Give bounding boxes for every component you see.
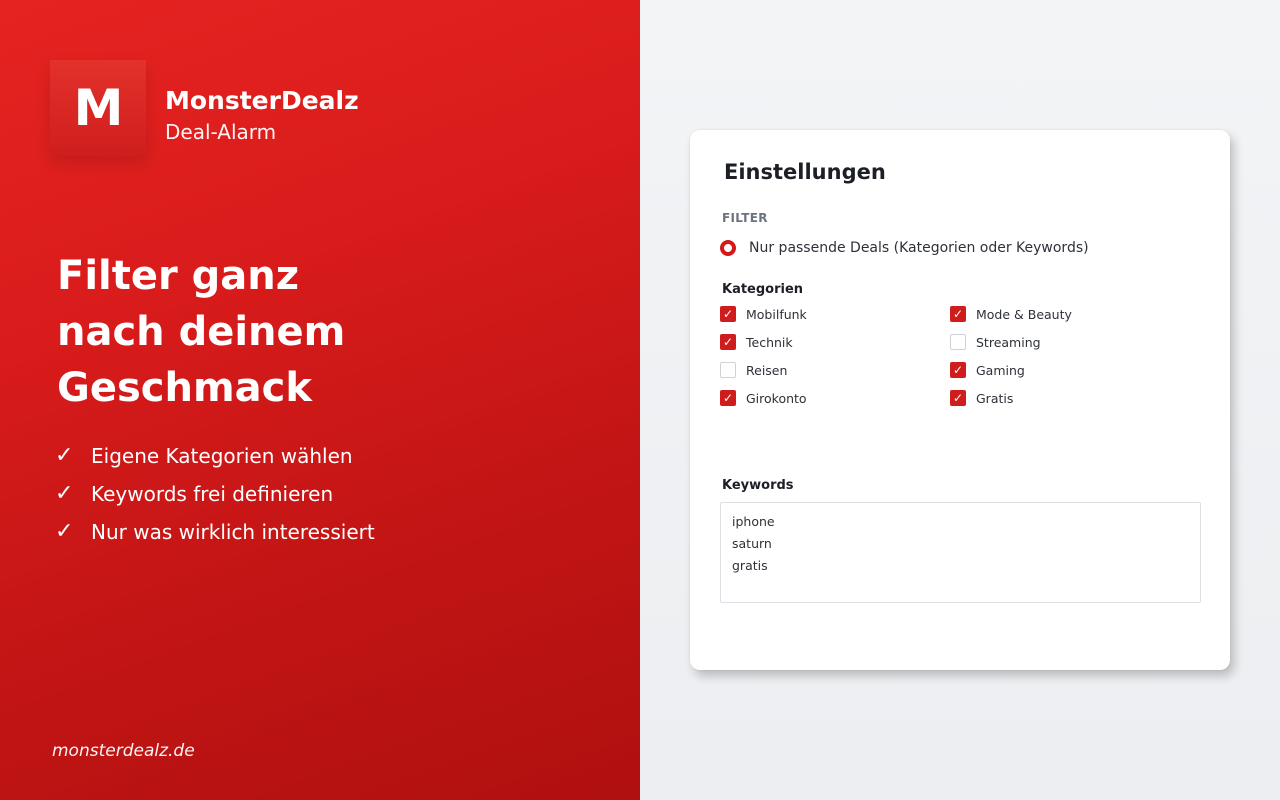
- category-checkbox-streaming[interactable]: Streaming: [950, 332, 1041, 352]
- promo-panel: M MonsterDealz Deal-Alarm Filter ganz na…: [0, 0, 640, 800]
- hero-headline: Filter ganz nach deinem Geschmack: [57, 248, 577, 416]
- keywords-label: Keywords: [722, 478, 794, 493]
- category-label: Reisen: [746, 362, 788, 378]
- filter-section-label: FILTER: [722, 211, 768, 225]
- radio-label: Nur passende Deals (Kategorien oder Keyw…: [749, 240, 1089, 256]
- website-link[interactable]: monsterdealz.de: [52, 741, 195, 761]
- category-checkbox-mobilfunk[interactable]: ✓ Mobilfunk: [720, 304, 807, 324]
- feature-text: Nur was wirklich interessiert: [91, 520, 375, 544]
- keyword-line: gratis: [732, 558, 768, 573]
- category-grid: ✓ Mobilfunk ✓ Technik Reisen ✓ Girokonto…: [720, 304, 1200, 416]
- category-label: Mobilfunk: [746, 306, 807, 322]
- brand-name: MonsterDealz: [165, 86, 359, 115]
- category-label: Girokonto: [746, 390, 807, 406]
- checkbox-icon[interactable]: ✓: [950, 390, 966, 406]
- category-checkbox-girokonto[interactable]: ✓ Girokonto: [720, 388, 807, 408]
- keywords-textarea[interactable]: iphone saturn gratis: [720, 502, 1201, 603]
- category-checkbox-gaming[interactable]: ✓ Gaming: [950, 360, 1025, 380]
- category-label: Mode & Beauty: [976, 306, 1072, 322]
- category-label: Gratis: [976, 390, 1014, 406]
- category-checkbox-gratis[interactable]: ✓ Gratis: [950, 388, 1013, 408]
- category-checkbox-mode-beauty[interactable]: ✓ Mode & Beauty: [950, 304, 1072, 324]
- headline-line: Filter ganz: [57, 253, 300, 299]
- checkbox-icon[interactable]: ✓: [720, 390, 736, 406]
- checkbox-icon[interactable]: [950, 334, 966, 350]
- categories-label: Kategorien: [722, 282, 804, 297]
- feature-list: ✓ Eigene Kategorien wählen ✓ Keywords fr…: [55, 437, 375, 551]
- check-icon: ✓: [55, 481, 74, 506]
- brand-subtitle: Deal-Alarm: [165, 120, 277, 144]
- check-icon: ✓: [55, 443, 74, 468]
- settings-card: Einstellungen FILTER Nur passende Deals …: [690, 130, 1230, 670]
- keyword-line: saturn: [732, 536, 772, 551]
- logo-letter: M: [73, 79, 124, 137]
- brand-logo: M: [50, 60, 146, 156]
- category-label: Gaming: [976, 362, 1025, 378]
- category-label: Technik: [746, 334, 793, 350]
- checkbox-icon[interactable]: ✓: [950, 306, 966, 322]
- checkbox-icon[interactable]: ✓: [720, 306, 736, 322]
- feature-item: ✓ Keywords frei definieren: [55, 475, 375, 513]
- feature-item: ✓ Eigene Kategorien wählen: [55, 437, 375, 475]
- headline-line: nach deinem: [57, 309, 346, 355]
- checkbox-icon[interactable]: [720, 362, 736, 378]
- keyword-line: iphone: [732, 514, 775, 529]
- feature-text: Keywords frei definieren: [91, 482, 334, 506]
- radio-button[interactable]: [720, 240, 736, 256]
- headline-line: Geschmack: [57, 365, 312, 411]
- feature-item: ✓ Nur was wirklich interessiert: [55, 513, 375, 551]
- check-icon: ✓: [55, 519, 74, 544]
- category-checkbox-reisen[interactable]: Reisen: [720, 360, 787, 380]
- feature-text: Eigene Kategorien wählen: [91, 444, 353, 468]
- filter-radio-option[interactable]: Nur passende Deals (Kategorien oder Keyw…: [720, 240, 1089, 256]
- category-checkbox-technik[interactable]: ✓ Technik: [720, 332, 793, 352]
- settings-title: Einstellungen: [724, 160, 886, 184]
- category-label: Streaming: [976, 334, 1041, 350]
- checkbox-icon[interactable]: ✓: [950, 362, 966, 378]
- checkbox-icon[interactable]: ✓: [720, 334, 736, 350]
